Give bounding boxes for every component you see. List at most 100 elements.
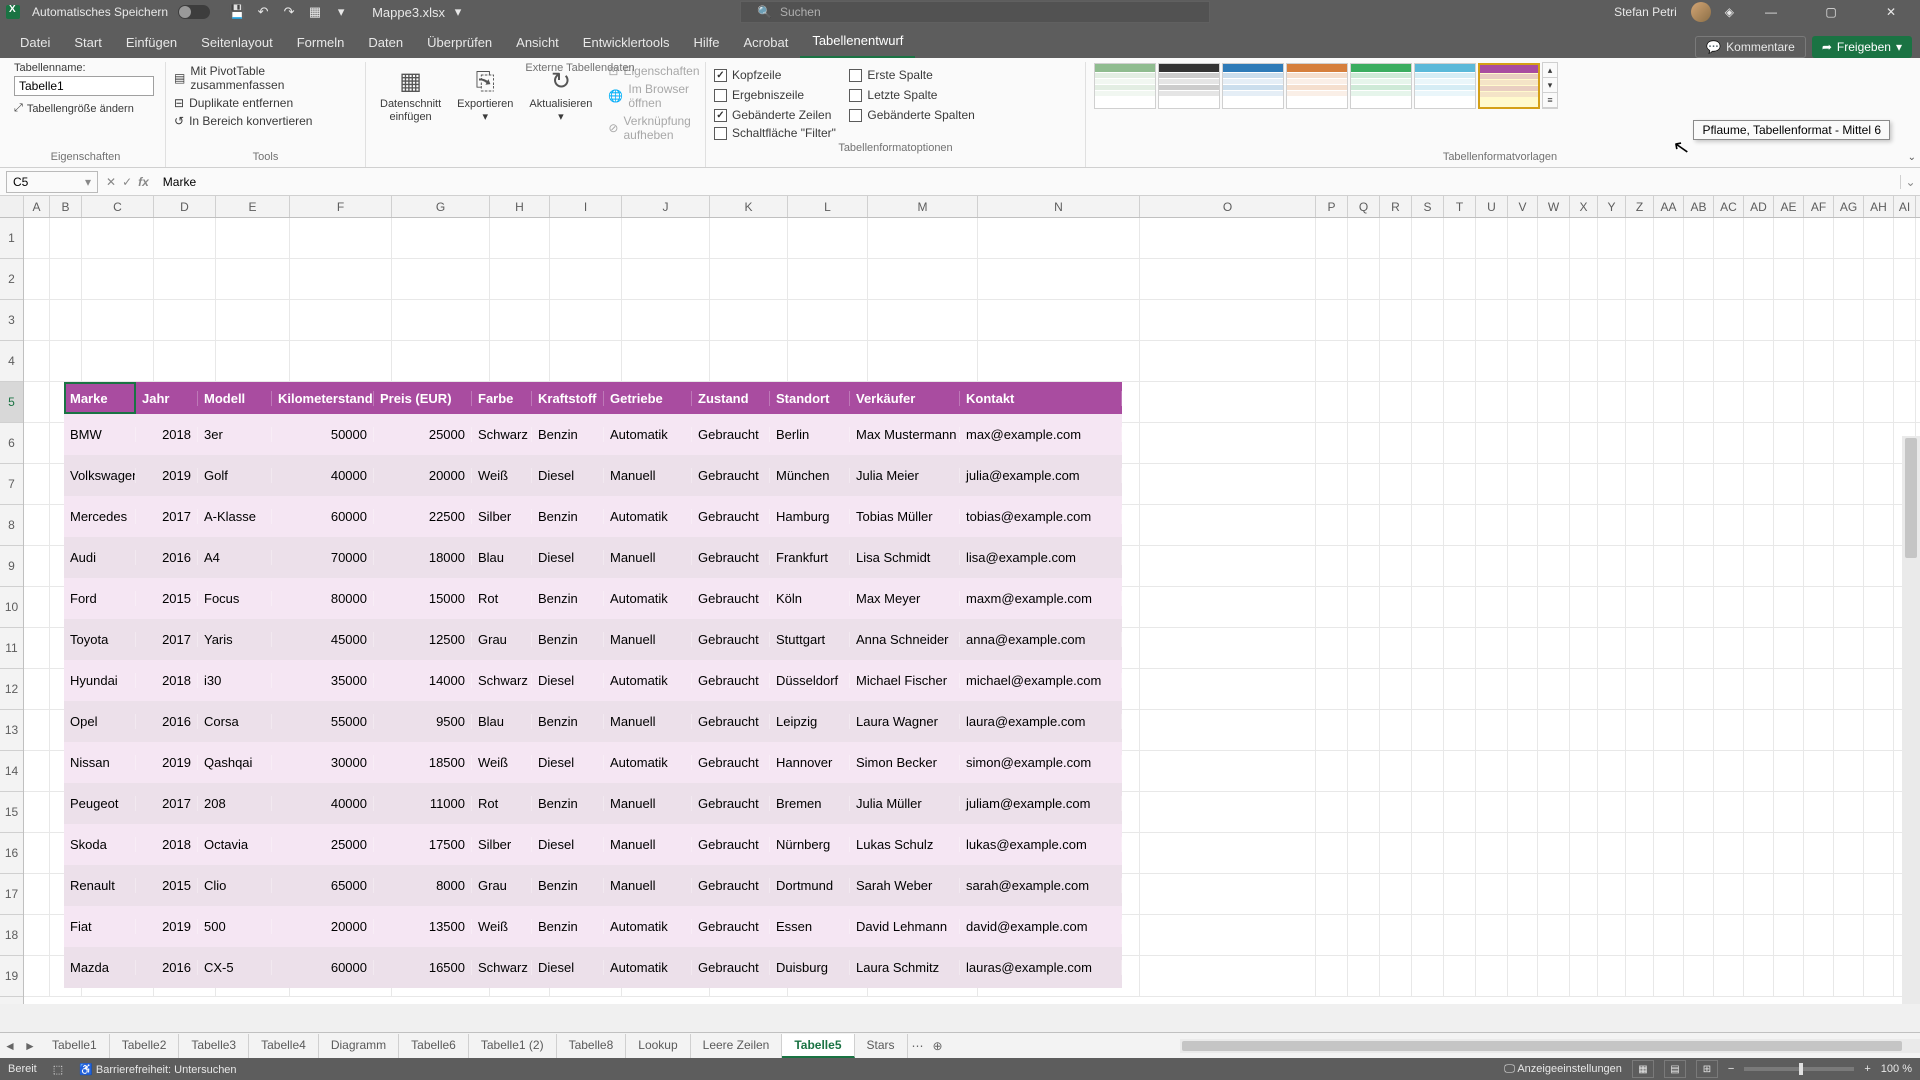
table-row[interactable]: Mazda2016CX-56000016500SchwarzDieselAuto…	[64, 947, 1122, 988]
table-cell[interactable]: Manuell	[604, 632, 692, 647]
status-accessibility[interactable]: ♿ Barrierefreiheit: Untersuchen	[79, 1063, 236, 1076]
table-row[interactable]: Volkswagen2019Golf4000020000WeißDieselMa…	[64, 455, 1122, 496]
table-cell[interactable]: 2017	[136, 796, 198, 811]
column-header[interactable]: N	[978, 196, 1140, 217]
table-cell[interactable]: Diesel	[532, 550, 604, 565]
table-cell[interactable]: Diesel	[532, 837, 604, 852]
table-cell[interactable]: Schwarz	[472, 427, 532, 442]
table-cell[interactable]: Grau	[472, 632, 532, 647]
table-cell[interactable]: Weiß	[472, 755, 532, 770]
column-header[interactable]: R	[1380, 196, 1412, 217]
column-header[interactable]: K	[710, 196, 788, 217]
table-cell[interactable]: Mazda	[64, 960, 136, 975]
table-cell[interactable]: Essen	[770, 919, 850, 934]
table-cell[interactable]: Volkswagen	[64, 468, 136, 483]
table-row[interactable]: Peugeot20172084000011000RotBenzinManuell…	[64, 783, 1122, 824]
table-cell[interactable]: Toyota	[64, 632, 136, 647]
table-cell[interactable]: Manuell	[604, 550, 692, 565]
diamond-icon[interactable]: ◈	[1725, 5, 1734, 19]
table-cell[interactable]: Sarah Weber	[850, 878, 960, 893]
table-header-cell[interactable]: Zustand	[692, 391, 770, 406]
table-cell[interactable]: Hyundai	[64, 673, 136, 688]
table-cell[interactable]: laura@example.com	[960, 714, 1122, 729]
opt-banded-rows-checkbox[interactable]: Gebänderte Zeilen	[714, 108, 831, 122]
table-cell[interactable]: michael@example.com	[960, 673, 1122, 688]
sheet-tab[interactable]: Tabelle4	[249, 1034, 319, 1058]
table-cell[interactable]: Benzin	[532, 919, 604, 934]
table-cell[interactable]: Skoda	[64, 837, 136, 852]
table-cell[interactable]: Mercedes	[64, 509, 136, 524]
table-cell[interactable]: 2018	[136, 427, 198, 442]
table-row[interactable]: Skoda2018Octavia2500017500SilberDieselMa…	[64, 824, 1122, 865]
table-cell[interactable]: 13500	[374, 919, 472, 934]
table-header-cell[interactable]: Verkäufer	[850, 391, 960, 406]
ribbon-tab-acrobat[interactable]: Acrobat	[732, 27, 801, 58]
zoom-level[interactable]: 100 %	[1881, 1063, 1912, 1075]
table-cell[interactable]: Rot	[472, 591, 532, 606]
table-cell[interactable]: 50000	[272, 427, 374, 442]
convert-range-button[interactable]: ↺ In Bereich konvertieren	[174, 114, 357, 128]
table-cell[interactable]: Yaris	[198, 632, 272, 647]
table-cell[interactable]: München	[770, 468, 850, 483]
opt-last-checkbox[interactable]: Letzte Spalte	[849, 88, 974, 102]
table-style-thumb[interactable]	[1414, 63, 1476, 109]
vertical-scrollbar[interactable]	[1902, 436, 1920, 1004]
table-cell[interactable]: 70000	[272, 550, 374, 565]
accept-formula-icon[interactable]: ✓	[122, 175, 132, 189]
table-cell[interactable]: A-Klasse	[198, 509, 272, 524]
table-row[interactable]: Hyundai2018i303500014000SchwarzDieselAut…	[64, 660, 1122, 701]
sheet-tab[interactable]: Tabelle5	[782, 1034, 854, 1058]
data-table[interactable]: MarkeJahrModellKilometerstandPreis (EUR)…	[64, 382, 1122, 988]
table-cell[interactable]: Berlin	[770, 427, 850, 442]
table-cell[interactable]: Benzin	[532, 591, 604, 606]
table-row[interactable]: Ford2015Focus8000015000RotBenzinAutomati…	[64, 578, 1122, 619]
table-cell[interactable]: Diesel	[532, 960, 604, 975]
column-header[interactable]: O	[1140, 196, 1316, 217]
table-cell[interactable]: Benzin	[532, 427, 604, 442]
ribbon-tab-ansicht[interactable]: Ansicht	[504, 27, 571, 58]
table-cell[interactable]: 208	[198, 796, 272, 811]
column-header[interactable]: J	[622, 196, 710, 217]
table-cell[interactable]: 2019	[136, 919, 198, 934]
share-button[interactable]: ➦ Freigeben ▾	[1812, 36, 1912, 58]
table-cell[interactable]: 65000	[272, 878, 374, 893]
row-header[interactable]: 18	[0, 915, 23, 956]
maximize-button[interactable]: ▢	[1808, 0, 1854, 24]
column-header[interactable]: L	[788, 196, 868, 217]
table-cell[interactable]: 2016	[136, 714, 198, 729]
row-header[interactable]: 13	[0, 710, 23, 751]
table-header-cell[interactable]: Farbe	[472, 391, 532, 406]
table-cell[interactable]: 60000	[272, 960, 374, 975]
table-cell[interactable]: lukas@example.com	[960, 837, 1122, 852]
sheet-tab[interactable]: Tabelle6	[399, 1034, 469, 1058]
table-cell[interactable]: Anna Schneider	[850, 632, 960, 647]
column-header[interactable]: P	[1316, 196, 1348, 217]
table-cell[interactable]: 25000	[374, 427, 472, 442]
table-cell[interactable]: Laura Schmitz	[850, 960, 960, 975]
ribbon-tab-tabellenentwurf[interactable]: Tabellenentwurf	[800, 25, 915, 58]
table-cell[interactable]: Lisa Schmidt	[850, 550, 960, 565]
row-header[interactable]: 11	[0, 628, 23, 669]
table-cell[interactable]: Automatik	[604, 591, 692, 606]
table-cell[interactable]: Duisburg	[770, 960, 850, 975]
ribbon-tab-einfügen[interactable]: Einfügen	[114, 27, 189, 58]
table-cell[interactable]: Dortmund	[770, 878, 850, 893]
table-cell[interactable]: 45000	[272, 632, 374, 647]
table-cell[interactable]: Laura Wagner	[850, 714, 960, 729]
table-cell[interactable]: Peugeot	[64, 796, 136, 811]
column-header[interactable]: AH	[1864, 196, 1894, 217]
table-cell[interactable]: 20000	[272, 919, 374, 934]
ribbon-tab-seitenlayout[interactable]: Seitenlayout	[189, 27, 285, 58]
table-cell[interactable]: Stuttgart	[770, 632, 850, 647]
close-button[interactable]: ✕	[1868, 0, 1914, 24]
sheet-tab[interactable]: Stars	[855, 1034, 908, 1058]
table-cell[interactable]: david@example.com	[960, 919, 1122, 934]
table-cell[interactable]: 3er	[198, 427, 272, 442]
table-cell[interactable]: Gebraucht	[692, 673, 770, 688]
table-header-cell[interactable]: Preis (EUR)	[374, 391, 472, 406]
column-header[interactable]: A	[24, 196, 50, 217]
table-cell[interactable]: Opel	[64, 714, 136, 729]
table-cell[interactable]: Simon Becker	[850, 755, 960, 770]
table-cell[interactable]: Diesel	[532, 673, 604, 688]
table-cell[interactable]: Benzin	[532, 878, 604, 893]
